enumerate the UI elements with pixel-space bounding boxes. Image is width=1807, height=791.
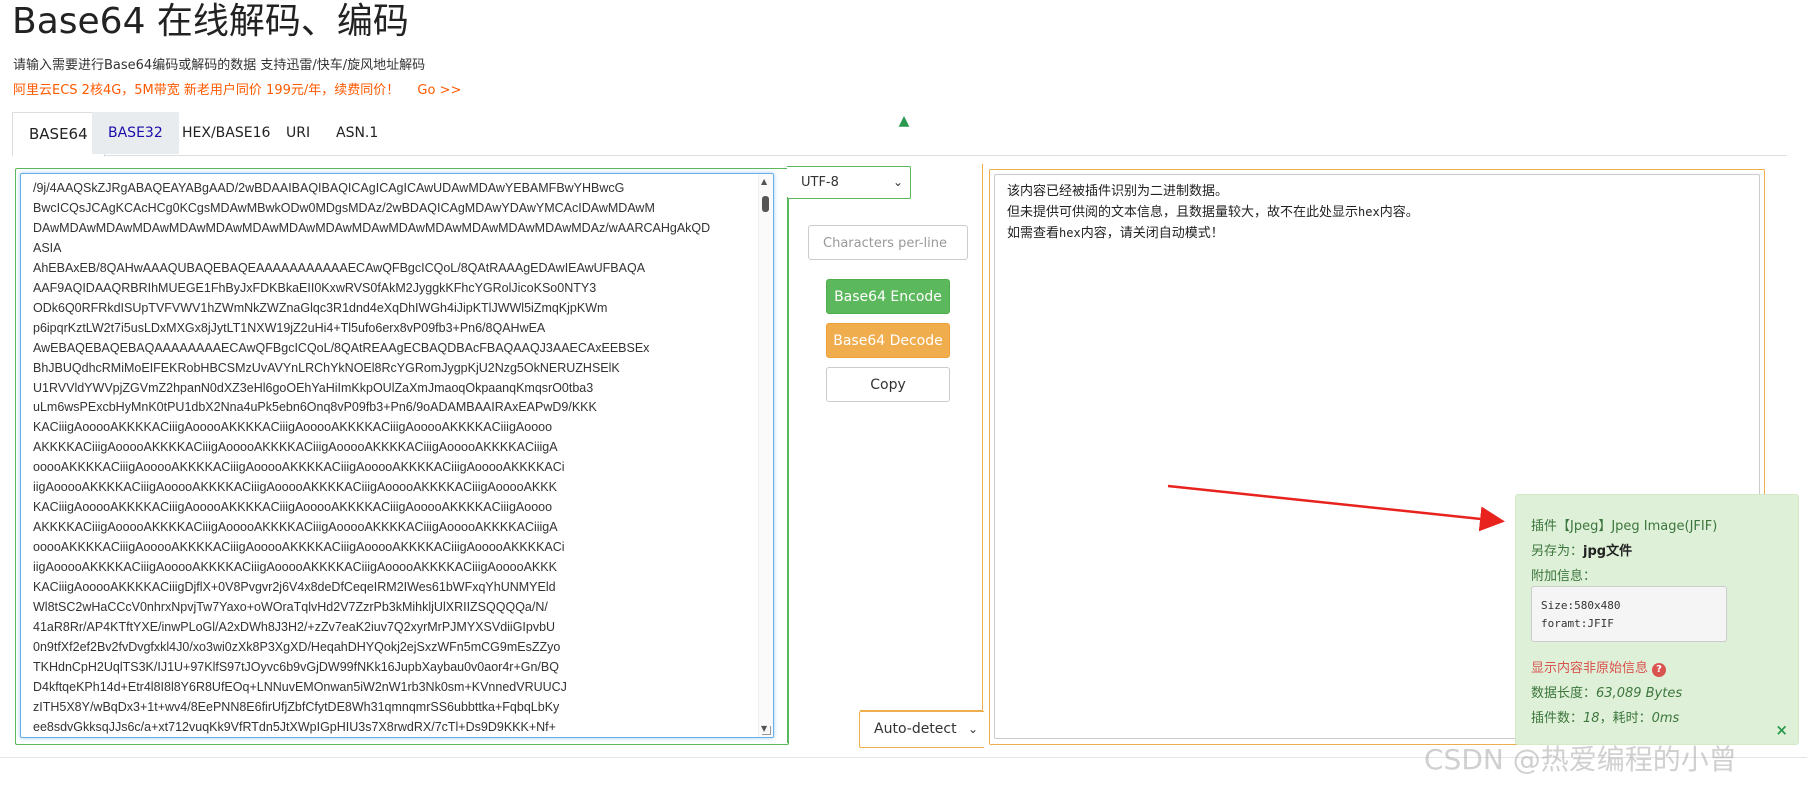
extra-info-content: Size:580x480 foramt:JFIF <box>1531 586 1727 642</box>
data-length: 数据长度：63,089 Bytes <box>1531 686 1683 701</box>
plugin-stats: 插件数：18，耗时：0ms <box>1531 711 1680 726</box>
chars-per-line-input[interactable]: Characters per-line <box>808 225 968 260</box>
scroll-up-icon[interactable]: ▲ <box>761 177 767 186</box>
base64-decode-button[interactable]: Base64 Decode <box>826 323 950 358</box>
watermark: CSDN @热爱编程的小曾 <box>1424 743 1737 776</box>
save-as-link[interactable]: jpg文件 <box>1583 544 1632 559</box>
plugin-info-box: 插件【Jpeg】Jpeg Image(JFIF) 另存为：jpg文件 附加信息：… <box>1515 494 1799 745</box>
tab-asn1[interactable]: ASN.1 <box>320 112 394 154</box>
promo-text[interactable]: 阿里云ECS 2核4G，5M带宽 新老用户同价 199元/年，续费同价！ <box>13 83 399 98</box>
save-as: 另存为：jpg文件 <box>1531 540 1632 559</box>
input-text[interactable]: /9j/4AAQSkZJRgABAQEAYABgAAD/2wBDAAIBAQIB… <box>21 174 773 737</box>
scroll-thumb[interactable] <box>762 196 769 212</box>
output-charset-value[interactable]: Auto-detect <box>874 721 957 737</box>
extra-info-label: 附加信息： <box>1531 569 1597 584</box>
promo-banner[interactable]: 阿里云ECS 2核4G，5M带宽 新老用户同价 199元/年，续费同价！ Go … <box>13 79 461 98</box>
save-as-label: 另存为： <box>1531 544 1584 559</box>
output-line-3: 如需查看hex内容，请关闭自动模式！ <box>1007 226 1224 241</box>
output-charset-select[interactable]: Auto-detect ⌄ <box>859 711 984 748</box>
question-icon[interactable]: ? <box>1652 663 1667 677</box>
resize-handle-icon[interactable] <box>762 726 771 735</box>
chevron-up-icon[interactable]: ▲ <box>896 114 912 128</box>
tab-uri[interactable]: URI <box>270 112 326 154</box>
plugin-name: 插件【Jpeg】Jpeg Image(JFIF) <box>1531 519 1718 534</box>
output-message: 该内容已经被插件识别为二进制数据。 但未提供可供阅的文本信息，且数据量较大，故不… <box>1007 182 1419 244</box>
page-description: 请输入需要进行Base64编码或解码的数据 支持迅雷/快车/旋风地址解码 <box>13 58 426 73</box>
tab-base64[interactable]: BASE64 <box>12 112 105 157</box>
output-line-2: 但未提供可供阅的文本信息，且数据量较大，故不在此处显示hex内容。 <box>1007 205 1419 220</box>
tab-hex-base16[interactable]: HEX/BASE16 <box>166 112 286 154</box>
chevron-down-icon[interactable]: ⌄ <box>893 167 903 198</box>
output-panel-connector <box>982 164 983 710</box>
warning-text: 显示内容非原始信息 <box>1531 661 1649 676</box>
copy-button[interactable]: Copy <box>826 367 950 402</box>
output-line-1: 该内容已经被插件识别为二进制数据。 <box>1007 184 1229 199</box>
close-icon[interactable]: × <box>1775 721 1788 739</box>
promo-go-link[interactable]: Go >> <box>417 83 461 98</box>
base64-encode-button[interactable]: Base64 Encode <box>826 279 950 314</box>
input-charset-select[interactable]: UTF-8 ⌄ <box>787 166 911 199</box>
non-original-warning: 显示内容非原始信息? <box>1531 657 1667 677</box>
page-title: Base64 在线解码、编码 <box>12 1 409 42</box>
input-charset-value[interactable]: UTF-8 <box>801 175 839 190</box>
format-line: foramt:JFIF <box>1541 617 1614 630</box>
size-line: Size:580x480 <box>1541 599 1621 612</box>
input-panel: /9j/4AAQSkZJRgABAQEAYABgAAD/2wBDAAIBAQIB… <box>15 168 789 745</box>
base64-input-textarea[interactable]: /9j/4AAQSkZJRgABAQEAYABgAAD/2wBDAAIBAQIB… <box>20 173 774 738</box>
input-panel-connector <box>787 197 788 743</box>
chevron-down-icon[interactable]: ⌄ <box>968 712 978 747</box>
input-scrollbar[interactable]: ▲ ▼ <box>758 174 773 737</box>
